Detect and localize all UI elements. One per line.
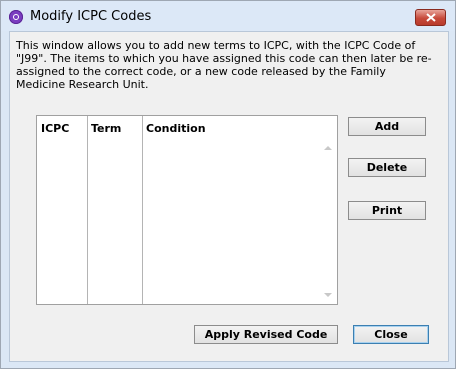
title-bar[interactable]: Modify ICPC Codes	[1, 1, 455, 31]
icpc-codes-grid[interactable]: ICPC Term Condition	[36, 115, 338, 305]
print-button[interactable]: Print	[348, 201, 426, 220]
add-button[interactable]: Add	[348, 117, 426, 136]
column-header-condition[interactable]: Condition	[146, 122, 206, 135]
delete-button[interactable]: Delete	[348, 158, 426, 177]
window-close-button[interactable]	[415, 9, 446, 26]
description-text: This window allows you to add new terms …	[16, 39, 432, 91]
close-icon	[426, 13, 436, 22]
app-circle-icon	[9, 10, 23, 24]
dialog-body: This window allows you to add new terms …	[9, 31, 449, 362]
close-button[interactable]: Close	[353, 325, 429, 344]
modify-icpc-codes-window: Modify ICPC Codes This window allows you…	[0, 0, 456, 369]
column-header-term[interactable]: Term	[91, 122, 121, 135]
scroll-up-arrow-icon[interactable]	[324, 146, 332, 150]
column-divider	[87, 116, 88, 304]
apply-revised-code-button[interactable]: Apply Revised Code	[194, 325, 338, 344]
column-header-icpc[interactable]: ICPC	[41, 122, 69, 135]
scroll-down-arrow-icon[interactable]	[324, 293, 332, 297]
vertical-scrollbar[interactable]	[321, 138, 337, 304]
column-divider	[142, 116, 143, 304]
window-title: Modify ICPC Codes	[30, 9, 152, 24]
